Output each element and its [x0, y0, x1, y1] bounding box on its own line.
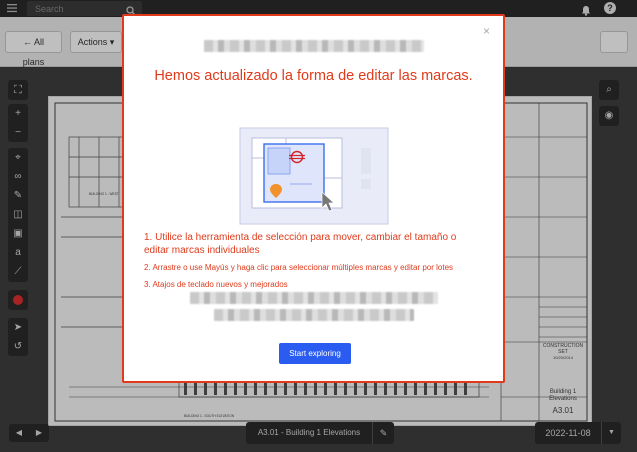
redacted-header [204, 40, 424, 52]
feature-item: 3. Atajos de teclado nuevos y mejorados [144, 280, 288, 289]
selection-tool-illustration [226, 124, 391, 229]
close-icon[interactable]: × [483, 25, 493, 37]
redacted-text [190, 292, 438, 304]
feature-item: 2. Arrastre o use Mayús y haga clic para… [144, 263, 454, 272]
modal-title: Hemos actualizado la forma de editar las… [154, 68, 473, 84]
redacted-text [214, 309, 414, 321]
start-exploring-button[interactable]: Start exploring [279, 343, 351, 364]
feature-item: 1. Utilice la herramienta de selección p… [144, 232, 457, 256]
whats-new-modal: × Hemos actualizado la forma de editar l… [122, 14, 505, 383]
